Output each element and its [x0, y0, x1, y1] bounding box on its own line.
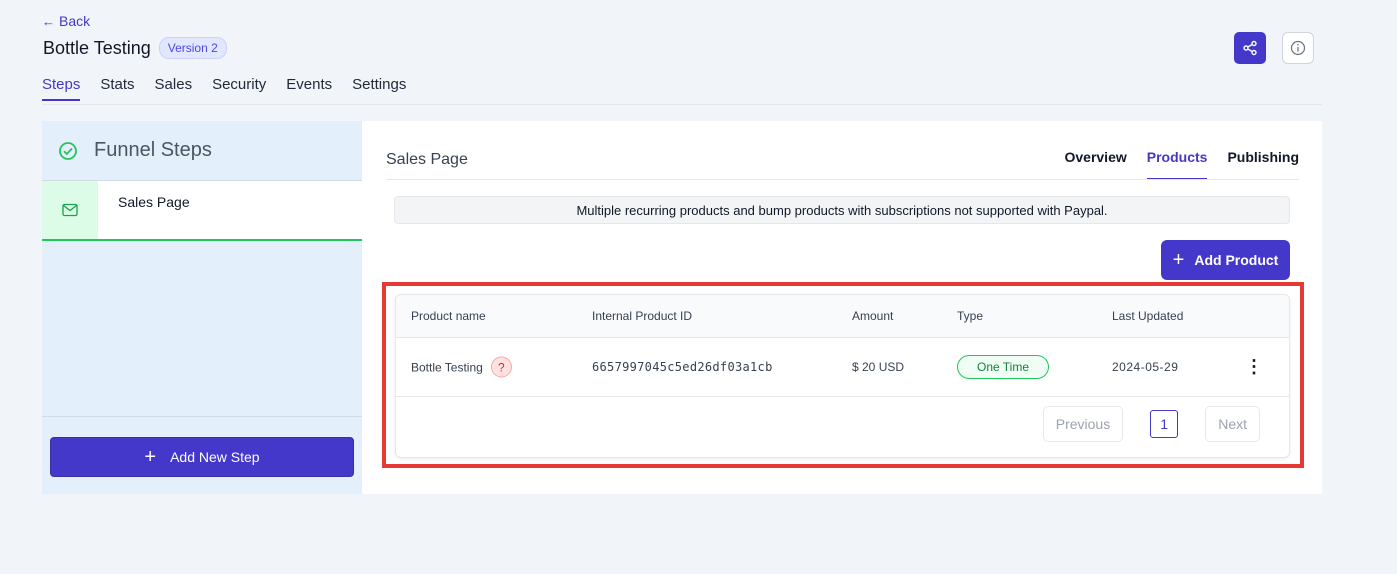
header-type: Type [957, 309, 984, 323]
header-product-name: Product name [411, 309, 486, 323]
table-row[interactable]: Bottle Testing ? 6657997045c5ed26df03a1c… [396, 338, 1289, 397]
info-icon [1290, 40, 1306, 56]
title-row: Bottle Testing Version 2 [43, 37, 227, 59]
share-icon [1243, 40, 1257, 56]
mail-icon [62, 203, 78, 217]
funnel-sidebar: Funnel Steps Sales Page + Add New Step [42, 121, 362, 494]
tab-settings[interactable]: Settings [352, 76, 406, 101]
product-amount: $ 20 USD [852, 360, 905, 374]
add-new-step-button[interactable]: + Add New Step [50, 437, 354, 477]
page-title: Bottle Testing [43, 37, 151, 58]
info-button[interactable] [1282, 32, 1314, 64]
add-product-button[interactable]: + Add Product [1161, 240, 1290, 280]
tab-sales[interactable]: Sales [155, 76, 193, 101]
back-label: Back [59, 13, 91, 29]
back-link[interactable]: ← Back [42, 13, 90, 29]
header-amount: Amount [852, 309, 894, 323]
products-table: Product name Internal Product ID Amount … [395, 294, 1290, 458]
next-button[interactable]: Next [1205, 406, 1260, 442]
plus-icon: + [1172, 248, 1185, 271]
subtab-publishing[interactable]: Publishing [1227, 149, 1299, 180]
more-vertical-icon[interactable]: ⋮ [1245, 357, 1263, 378]
product-name: Bottle Testing [411, 360, 483, 374]
step-label: Sales Page [118, 194, 190, 210]
tab-steps[interactable]: Steps [42, 76, 81, 101]
add-step-label: Add New Step [170, 449, 260, 465]
sidebar-header: Funnel Steps [42, 121, 362, 181]
main-tabs: Steps Stats Sales Security Events Settin… [42, 76, 406, 101]
product-name-cell: Bottle Testing ? [411, 356, 512, 378]
arrow-left-icon: ← [42, 13, 55, 29]
product-id: 6657997045c5ed26df03a1cb [592, 360, 773, 374]
header-product-id: Internal Product ID [592, 309, 693, 323]
type-badge: One Time [957, 355, 1050, 379]
check-circle-icon [59, 141, 77, 160]
share-button[interactable] [1234, 32, 1266, 64]
subtab-overview[interactable]: Overview [1064, 149, 1126, 180]
tab-security[interactable]: Security [212, 76, 266, 101]
plus-icon: + [144, 445, 157, 468]
tabs-divider [42, 104, 1322, 105]
subtabs-divider [386, 179, 1299, 180]
tab-events[interactable]: Events [286, 76, 332, 101]
subtab-products[interactable]: Products [1146, 149, 1208, 180]
sub-tabs: Overview Products Publishing [1064, 149, 1299, 180]
paypal-notice: Multiple recurring products and bump pro… [394, 196, 1290, 224]
last-updated: 2024-05-29 [1112, 360, 1179, 374]
step-icon-box [42, 181, 98, 239]
header-last-updated: Last Updated [1112, 309, 1184, 323]
version-badge: Version 2 [158, 37, 227, 59]
previous-button[interactable]: Previous [1042, 406, 1124, 442]
tab-stats[interactable]: Stats [100, 76, 134, 101]
page-number[interactable]: 1 [1150, 410, 1179, 438]
section-title: Sales Page [386, 151, 468, 168]
help-icon[interactable]: ? [490, 356, 512, 378]
sidebar-divider [42, 416, 362, 417]
sidebar-title: Funnel Steps [94, 139, 212, 161]
pagination: Previous 1 Next [1042, 406, 1260, 442]
step-item-sales-page[interactable]: Sales Page [42, 181, 362, 241]
add-product-label: Add Product [1194, 252, 1279, 268]
table-header: Product name Internal Product ID Amount … [396, 295, 1289, 338]
